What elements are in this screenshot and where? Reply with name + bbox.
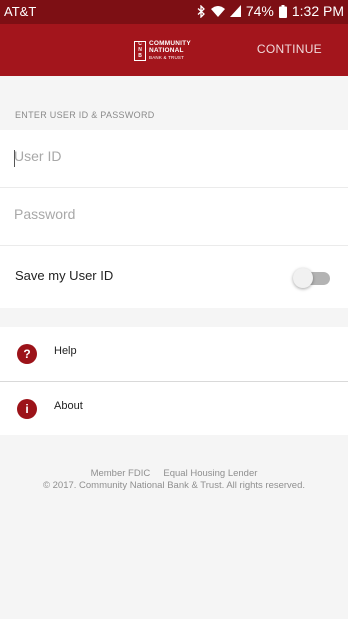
toggle-thumb [293,268,313,288]
app-bar: C N B COMMUNITY NATIONAL BANK & TRUST CO… [0,24,348,76]
battery-icon [278,4,287,18]
battery-percent: 74% [245,3,274,19]
logo-line: COMMUNITY [149,40,191,47]
save-user-id-label: Save my User ID [15,268,114,283]
section-label: ENTER USER ID & PASSWORD [15,110,155,120]
footer-line-2: © 2017. Community National Bank & Trust.… [42,480,306,491]
menu-list: ? Help i About [0,327,348,435]
user-id-row [0,130,348,188]
menu-item-help[interactable]: ? Help [0,327,348,381]
password-input[interactable] [14,206,314,222]
status-bar: AT&T 74% 1:32 PM [0,0,348,24]
password-row [0,188,348,246]
footer: Member FDIC Equal Housing Lender © 2017.… [0,468,348,492]
bluetooth-icon [197,4,206,18]
logo-line: NATIONAL [149,47,184,54]
bank-logo: C N B COMMUNITY NATIONAL BANK & TRUST [134,40,191,61]
logo-text: COMMUNITY NATIONAL BANK & TRUST [149,40,191,61]
logo-line: BANK & TRUST [149,55,185,60]
menu-item-label: About [54,400,83,412]
footer-line-1: Member FDIC Equal Housing Lender [90,468,258,479]
continue-button[interactable]: CONTINUE [257,42,322,56]
signal-icon [229,5,241,17]
logo-mark: C N B [134,40,146,61]
menu-item-about[interactable]: i About [0,381,348,435]
logo-mark-letter: B [138,53,142,59]
menu-item-label: Help [54,345,77,357]
user-id-input[interactable] [14,148,314,164]
help-icon: ? [17,344,37,364]
wifi-icon [210,5,225,17]
carrier-label: AT&T [4,4,37,19]
clock: 1:32 PM [291,3,344,19]
info-icon: i [17,399,37,419]
status-icons: 74% 1:32 PM [197,3,344,19]
